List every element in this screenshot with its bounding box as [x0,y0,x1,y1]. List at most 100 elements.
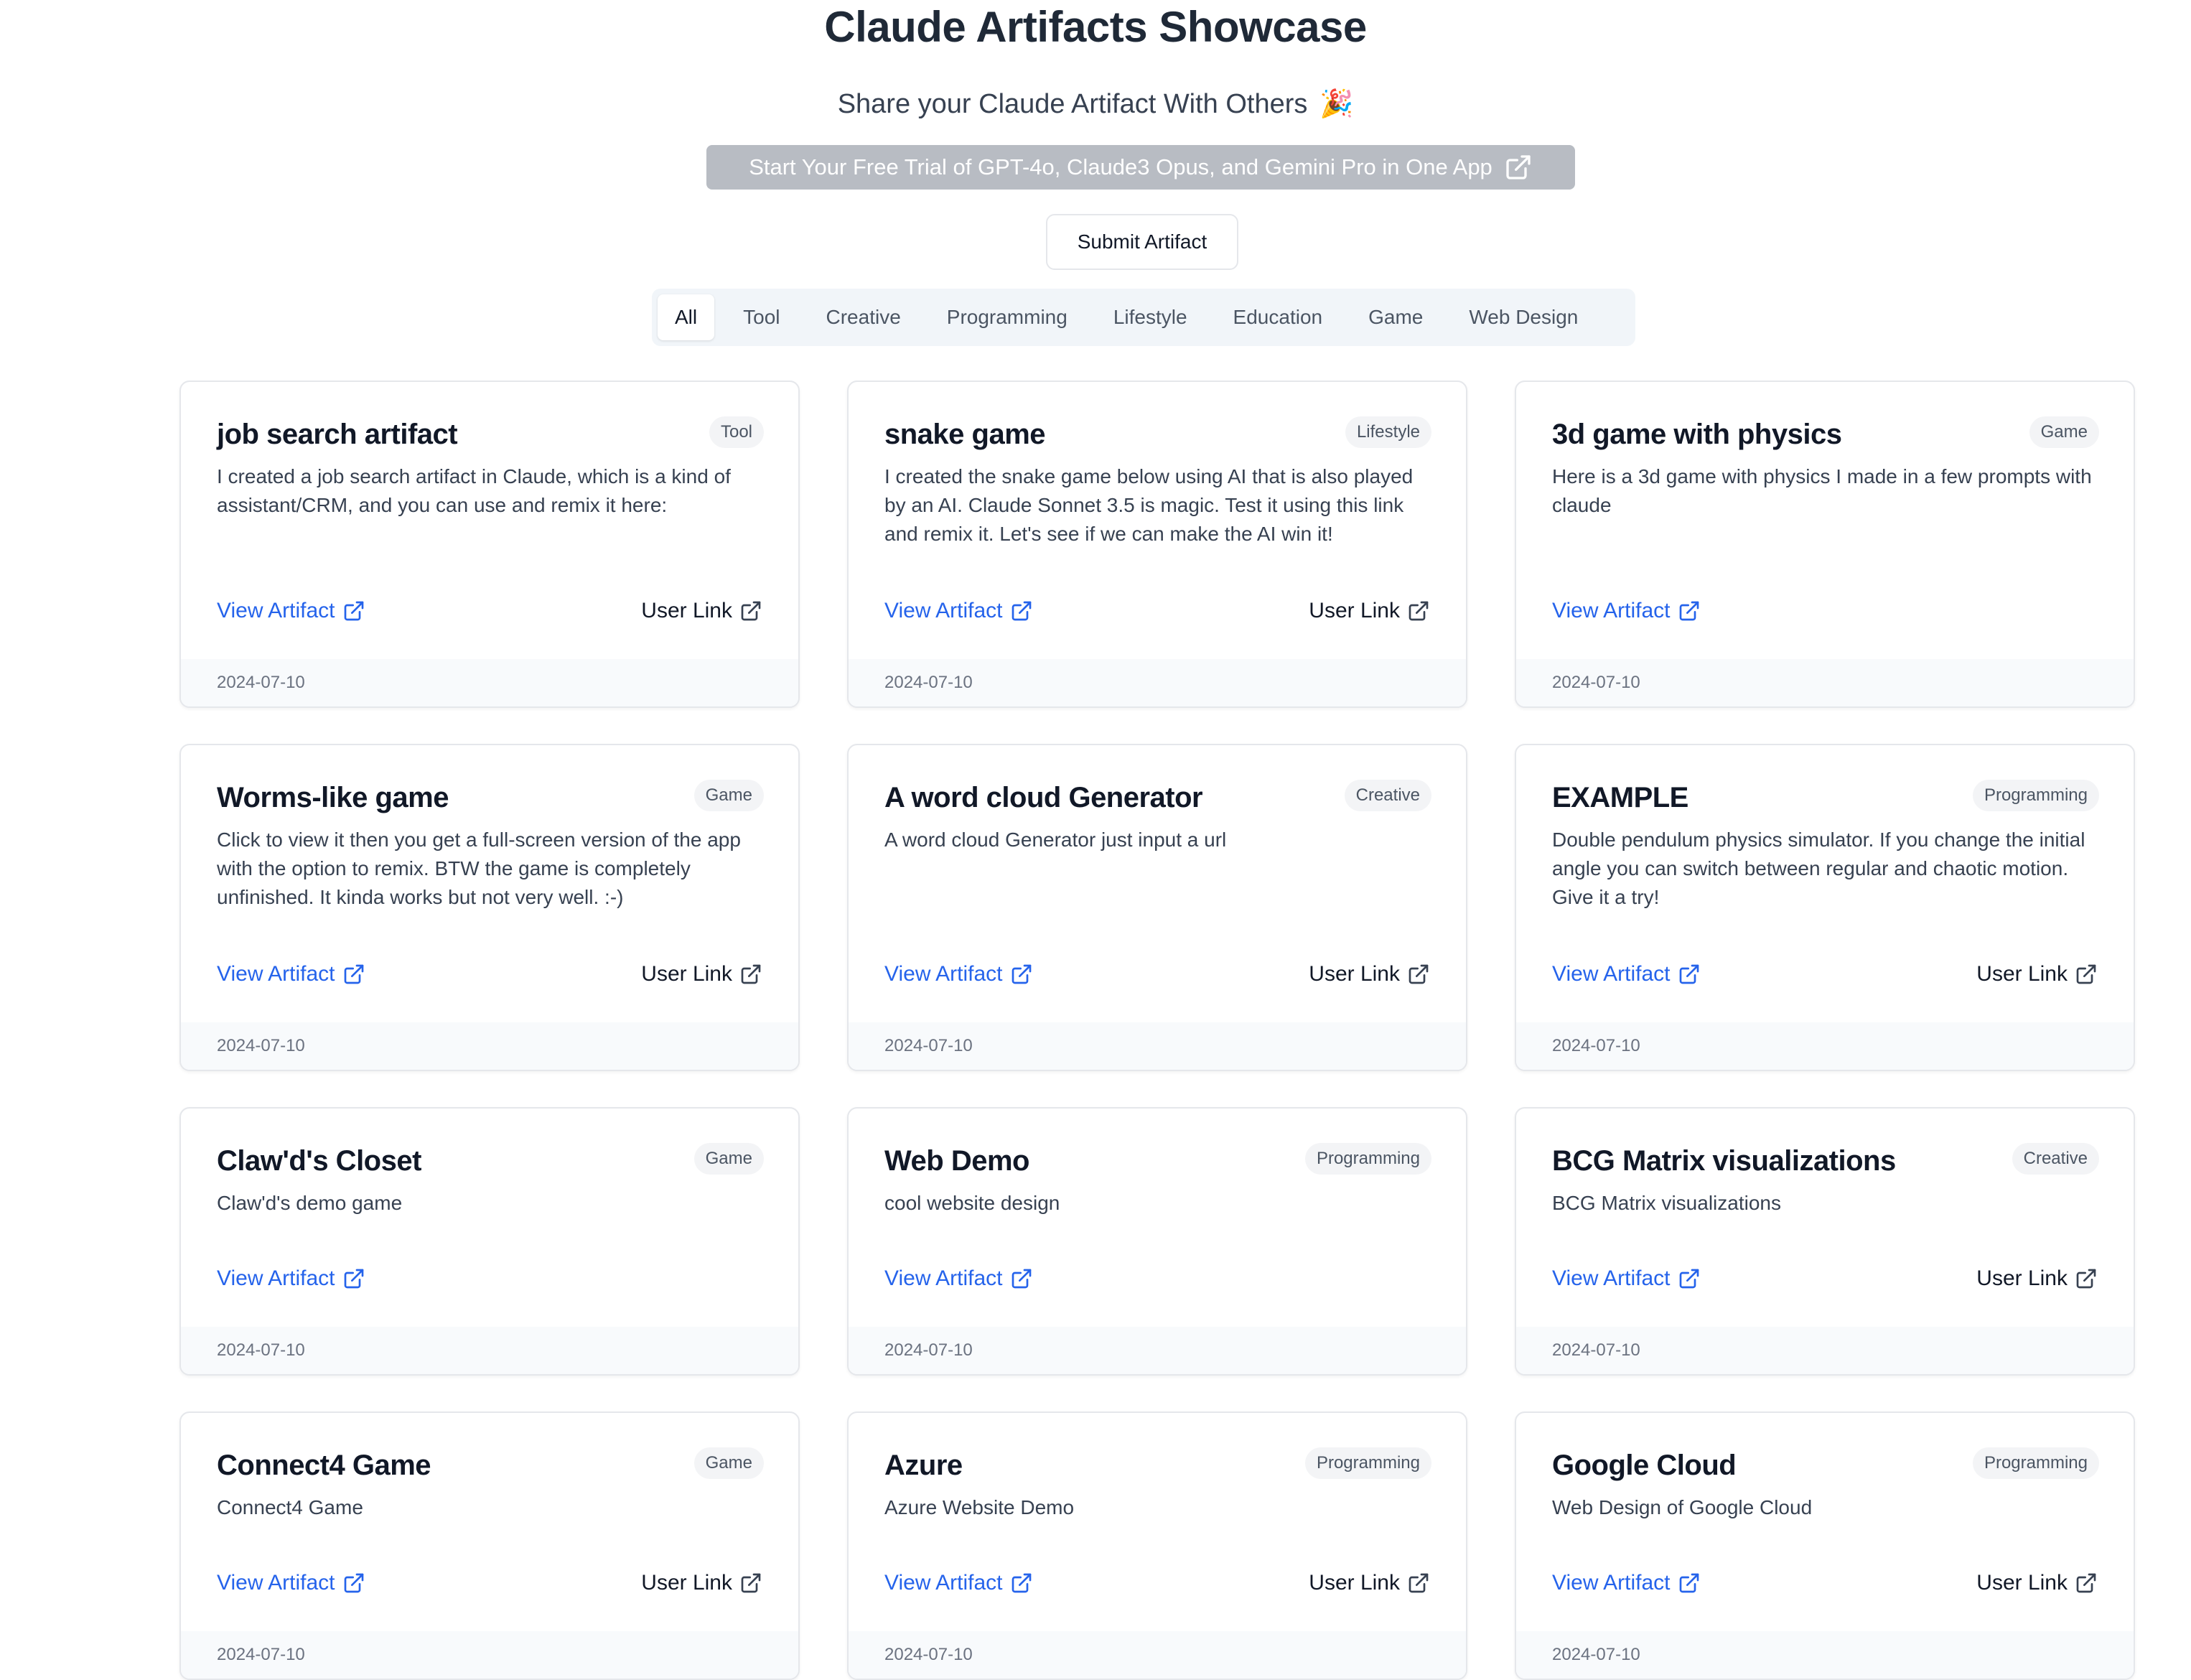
user-link[interactable]: User Link [1976,1266,2098,1291]
card-links: View Artifact [884,1266,1430,1291]
tab-all[interactable]: All [658,294,715,340]
artifact-card: job search artifact Tool I created a job… [179,381,800,708]
view-artifact-label: View Artifact [884,962,1003,986]
view-artifact-link[interactable]: View Artifact [1552,962,1701,986]
card-description: I created the snake game below using AI … [884,465,1414,545]
category-badge: Game [693,780,764,811]
card-title: Claw'd's Closet [217,1145,421,1177]
category-tabs: All Tool Creative Programming Lifestyle Educa… [652,289,1635,346]
user-link[interactable]: User Link [641,1571,762,1595]
view-artifact-link[interactable]: View Artifact [217,1266,365,1291]
card-date: 2024-07-10 [849,1631,1466,1679]
external-link-icon [739,599,762,622]
user-link[interactable]: User Link [1976,1571,2098,1595]
artifact-card: EXAMPLE Programming Double pendulum phys… [1515,744,2135,1071]
view-artifact-label: View Artifact [217,599,335,622]
tab-tool[interactable]: Tool [726,294,797,340]
card-links: View Artifact User Link [884,962,1430,986]
category-badge: Game [693,1447,764,1479]
card-body: Worms-like game Game Click to view it th… [181,745,798,912]
user-link[interactable]: User Link [641,599,762,623]
artifact-card: Connect4 Game Game Connect4 Game View Ar… [179,1411,800,1680]
category-badge: Programming [1304,1143,1431,1175]
user-link[interactable]: User Link [641,962,762,986]
view-artifact-link[interactable]: View Artifact [884,599,1033,623]
tab-creative[interactable]: Creative [809,294,918,340]
card-date: 2024-07-10 [1516,659,2134,706]
view-artifact-label: View Artifact [1552,599,1671,622]
external-link-icon [2075,1572,2098,1595]
card-description: BCG Matrix visualizations [1552,1192,1781,1214]
card-body: job search artifact Tool I created a job… [181,382,798,520]
card-links: View Artifact User Link [1552,962,2098,986]
artifact-card: Web Demo Programming cool website design… [847,1107,1467,1376]
category-badge: Lifestyle [1345,416,1431,448]
view-artifact-link[interactable]: View Artifact [1552,1266,1701,1291]
card-description: Web Design of Google Cloud [1552,1496,1813,1518]
category-badge: Programming [1972,1447,2099,1479]
card-description: Click to view it then you get a full-scr… [217,829,741,908]
page-title: Claude Artifacts Showcase [824,3,1367,51]
user-link[interactable]: User Link [1309,962,1430,986]
card-body: BCG Matrix visualizations Creative BCG M… [1516,1109,2134,1218]
view-artifact-link[interactable]: View Artifact [217,599,365,623]
tab-lifestyle[interactable]: Lifestyle [1096,294,1205,340]
card-date: 2024-07-10 [849,659,1466,706]
card-body: A word cloud Generator Creative A word c… [849,745,1466,854]
card-description: cool website design [884,1192,1060,1214]
category-badge: Programming [1972,780,2099,811]
card-description: Azure Website Demo [884,1496,1075,1518]
card-body: Web Demo Programming cool website design [849,1109,1466,1218]
free-trial-promo-button[interactable]: Start Your Free Trial of GPT-4o, Claude3… [706,145,1575,190]
view-artifact-label: View Artifact [884,1266,1003,1290]
page-subtitle: Share your Claude Artifact With Others 🎉 [0,86,2191,122]
artifact-card: Google Cloud Programming Web Design of G… [1515,1411,2135,1680]
external-link-icon [1010,1572,1033,1595]
view-artifact-link[interactable]: View Artifact [217,962,365,986]
artifact-card: snake game Lifestyle I created the snake… [847,381,1467,708]
view-artifact-link[interactable]: View Artifact [884,962,1033,986]
user-link[interactable]: User Link [1976,962,2098,986]
user-link-label: User Link [1976,1571,2068,1595]
card-description: Double pendulum physics simulator. If yo… [1552,829,2085,908]
external-link-icon [1504,153,1533,182]
view-artifact-link[interactable]: View Artifact [1552,599,1701,623]
view-artifact-link[interactable]: View Artifact [884,1571,1033,1595]
card-description: Connect4 Game [217,1496,363,1518]
category-badge: Programming [1304,1447,1431,1479]
subtitle-text: Share your Claude Artifact With Others [837,89,1308,119]
page: Claude Artifacts Showcase Share your Cla… [0,0,2191,1680]
card-links: View Artifact User Link [884,1571,1430,1595]
external-link-icon [2075,1267,2098,1290]
external-link-icon [1407,599,1430,622]
view-artifact-link[interactable]: View Artifact [884,1266,1033,1291]
card-links: View Artifact User Link [217,1571,762,1595]
tab-programming[interactable]: Programming [930,294,1085,340]
external-link-icon [1678,1572,1701,1595]
external-link-icon [1678,599,1701,622]
user-link[interactable]: User Link [1309,1571,1430,1595]
card-body: snake game Lifestyle I created the snake… [849,382,1466,549]
view-artifact-label: View Artifact [217,1266,335,1290]
promo-label: Start Your Free Trial of GPT-4o, Claude3… [749,154,1492,179]
tab-web-design[interactable]: Web Design [1452,294,1595,340]
card-description: A word cloud Generator just input a url [884,829,1227,851]
submit-artifact-button[interactable]: Submit Artifact [1046,214,1238,270]
card-title: Connect4 Game [217,1450,431,1481]
card-date: 2024-07-10 [1516,1022,2134,1070]
artifact-card: Azure Programming Azure Website Demo Vie… [847,1411,1467,1680]
user-link[interactable]: User Link [1309,599,1430,623]
view-artifact-label: View Artifact [1552,962,1671,986]
artifact-card: A word cloud Generator Creative A word c… [847,744,1467,1071]
view-artifact-label: View Artifact [1552,1571,1671,1595]
card-links: View Artifact User Link [1552,1266,2098,1291]
tab-game[interactable]: Game [1351,294,1440,340]
card-description: Here is a 3d game with physics I made in… [1552,465,2092,516]
card-date: 2024-07-10 [181,1327,798,1374]
card-body: Azure Programming Azure Website Demo [849,1413,1466,1522]
tab-education[interactable]: Education [1216,294,1340,340]
card-links: View Artifact User Link [884,599,1430,623]
view-artifact-link[interactable]: View Artifact [217,1571,365,1595]
view-artifact-label: View Artifact [884,1571,1003,1595]
view-artifact-link[interactable]: View Artifact [1552,1571,1701,1595]
